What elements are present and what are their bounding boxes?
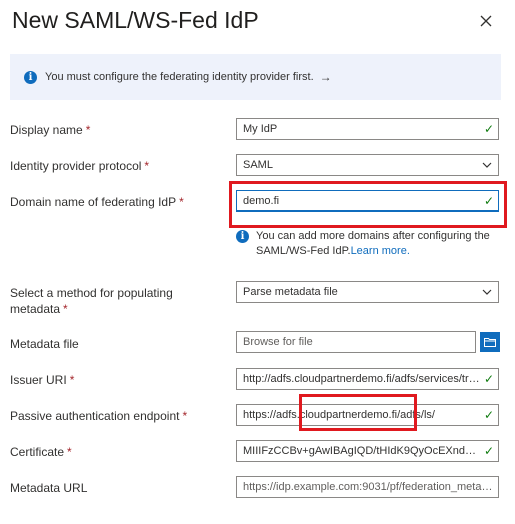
domain-hint: i You can add more domains after configu… [236,229,506,259]
domain-value: demo.fi [243,195,280,207]
folder-icon [484,338,496,347]
metadata-file-placeholder: Browse for file [243,336,313,348]
protocol-label-text: Identity provider protocol [10,159,142,173]
domain-hint-text: You can add more domains after configuri… [256,229,506,259]
metadata-url-input[interactable]: https://idp.example.com:9031/pf/federati… [236,476,499,498]
chevron-down-icon [476,162,498,168]
required-marker: * [69,373,75,387]
certificate-input[interactable]: MIIIFzCCBv+gAwIBAgIQD/tHIdK9QyOcEXndAbCd… [236,440,499,462]
required-marker: * [182,409,188,423]
protocol-dropdown[interactable]: SAML [236,154,499,176]
checkmark-icon: ✓ [483,444,495,458]
info-icon: i [24,70,37,84]
banner-text: You must configure the federating identi… [45,71,314,83]
checkmark-icon: ✓ [483,194,495,208]
certificate-value: MIIIFzCCBv+gAwIBAgIQD/tHIdK9QyOcEXndAbCd… [243,445,480,457]
checkmark-icon: ✓ [483,372,495,386]
display-name-input[interactable]: My IdP ✓ [236,118,499,140]
issuer-uri-value: http://adfs.cloudpartnerdemo.fi/adfs/ser… [243,373,480,385]
required-marker: * [63,302,68,316]
checkmark-icon: ✓ [483,122,495,136]
passive-endpoint-value: https://adfs.cloudpartnerdemo.fi/adfs/ls… [243,409,435,421]
domain-input[interactable]: demo.fi ✓ [236,190,499,212]
certificate-label-text: Certificate [10,445,65,459]
display-name-label-text: Display name [10,123,83,137]
metadata-file-input[interactable]: Browse for file [236,331,476,353]
browse-file-button[interactable] [480,332,500,352]
panel-title: New SAML/WS-Fed IdP [12,7,259,33]
certificate-label: Certificate * [10,444,72,460]
populate-method-label-line1: Select a method for populating [10,286,173,300]
protocol-value: SAML [243,159,273,171]
issuer-uri-label: Issuer URI * [10,372,74,388]
populate-method-label-line2: metadata [10,302,61,316]
required-marker: * [144,159,150,173]
populate-method-label: Select a method for populating metadata * [10,285,173,317]
populate-method-value: Parse metadata file [243,286,338,298]
metadata-url-label: Metadata URL [10,481,88,495]
domain-label-text: Domain name of federating IdP [10,195,177,209]
issuer-uri-label-text: Issuer URI [10,373,67,387]
learn-more-link[interactable]: Learn more. [351,245,410,257]
required-marker: * [67,445,72,459]
metadata-file-label: Metadata file [10,337,79,351]
close-icon [480,15,492,27]
required-marker: * [85,123,91,137]
passive-endpoint-label-text: Passive authentication endpoint [10,409,180,423]
passive-endpoint-label: Passive authentication endpoint * [10,408,187,424]
domain-label: Domain name of federating IdP * [10,194,184,210]
arrow-right-icon[interactable]: → [320,70,332,84]
issuer-uri-input[interactable]: http://adfs.cloudpartnerdemo.fi/adfs/ser… [236,368,499,390]
metadata-url-placeholder: https://idp.example.com:9031/pf/federati… [243,481,498,493]
close-button[interactable] [474,9,498,33]
info-banner[interactable]: i You must configure the federating iden… [10,54,501,100]
display-name-label: Display name * [10,122,90,138]
info-icon: i [236,230,249,243]
passive-endpoint-input[interactable]: https://adfs.cloudpartnerdemo.fi/adfs/ls… [236,404,499,426]
protocol-label: Identity provider protocol * [10,158,149,174]
checkmark-icon: ✓ [483,408,495,422]
required-marker: * [179,195,184,209]
display-name-value: My IdP [243,123,278,135]
populate-method-dropdown[interactable]: Parse metadata file [236,281,499,303]
chevron-down-icon [476,289,498,295]
